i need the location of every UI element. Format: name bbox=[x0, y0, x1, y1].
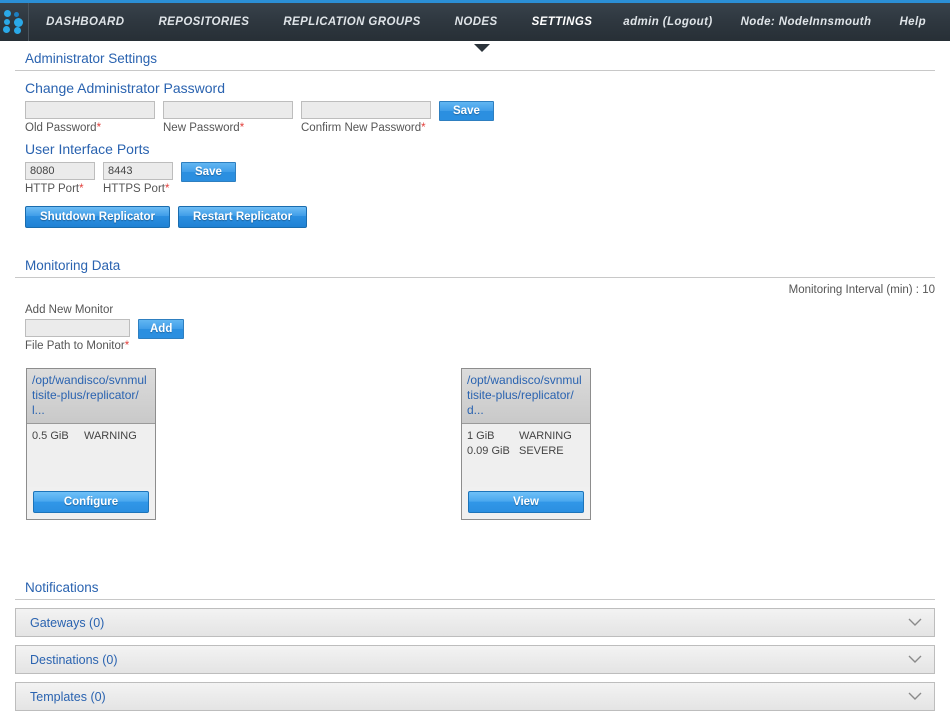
accordion-item-templates[interactable]: Templates (0) bbox=[15, 682, 935, 711]
confirm-password-input[interactable] bbox=[301, 101, 431, 119]
monitoring-interval-text: Monitoring Interval (min) : 10 bbox=[788, 284, 935, 296]
threshold-row: 1 GiB WARNING bbox=[467, 429, 585, 444]
shutdown-replicator-button[interactable]: Shutdown Replicator bbox=[25, 206, 170, 228]
monitor-path-link[interactable]: /opt/wandisco/svnmultisite-plus/replicat… bbox=[462, 369, 590, 424]
monitor-thresholds: 1 GiB WARNING 0.09 GiB SEVERE bbox=[462, 424, 590, 487]
nav-item-repositories[interactable]: REPOSITORIES bbox=[141, 3, 266, 41]
monitor-card-footer: View bbox=[462, 487, 590, 519]
add-new-monitor-label: Add New Monitor bbox=[25, 304, 114, 316]
new-password-field-group: New Password* bbox=[163, 101, 293, 134]
monitor-path-link[interactable]: /opt/wandisco/svnmultisite-plus/replicat… bbox=[27, 369, 155, 424]
monitor-card-footer: Configure bbox=[27, 487, 155, 519]
user-interface-ports-heading: User Interface Ports bbox=[25, 141, 150, 157]
threshold-severity: WARNING bbox=[84, 430, 137, 442]
confirm-password-field-group: Confirm New Password* bbox=[301, 101, 431, 134]
view-monitor-button[interactable]: View bbox=[468, 491, 584, 513]
replicator-actions-row: Shutdown Replicator Restart Replicator bbox=[15, 206, 935, 228]
nav-item-help[interactable]: Help bbox=[885, 3, 940, 41]
required-marker: * bbox=[79, 183, 84, 195]
http-port-field-group: HTTP Port* bbox=[25, 162, 95, 195]
old-password-field-group: Old Password* bbox=[25, 101, 155, 134]
https-port-field-group: HTTPS Port* bbox=[103, 162, 173, 195]
monitor-card: /opt/wandisco/svnmultisite-plus/replicat… bbox=[461, 368, 591, 520]
nav-item-node-name: Node: NodeInnsmouth bbox=[740, 16, 872, 28]
chevron-down-icon[interactable] bbox=[908, 690, 922, 703]
monitor-card: /opt/wandisco/svnmultisite-plus/replicat… bbox=[26, 368, 156, 520]
monitor-cards: /opt/wandisco/svnmultisite-plus/replicat… bbox=[15, 368, 935, 528]
old-password-input[interactable] bbox=[25, 101, 155, 119]
threshold-severity: SEVERE bbox=[519, 445, 564, 457]
add-monitor-button[interactable]: Add bbox=[138, 319, 185, 339]
nav-item-settings[interactable]: SETTINGS bbox=[515, 3, 610, 41]
monitoring-interval-row: Monitoring Interval (min) : 10 bbox=[15, 280, 935, 302]
old-password-label: Old Password* bbox=[25, 122, 102, 134]
accordion-label: Templates (0) bbox=[30, 689, 106, 704]
active-tab-arrow-icon bbox=[474, 44, 490, 52]
add-monitor-row: File Path to Monitor* Add bbox=[15, 319, 935, 352]
accordion-label: Destinations (0) bbox=[30, 652, 118, 667]
https-port-input[interactable] bbox=[103, 162, 173, 180]
nav-item-replication-groups[interactable]: REPLICATION GROUPS bbox=[266, 3, 437, 41]
monitoring-data-heading: Monitoring Data bbox=[15, 248, 935, 278]
change-password-heading: Change Administrator Password bbox=[25, 80, 225, 96]
secondary-nav: admin (Logout) Node: NodeInnsmouth Help bbox=[609, 3, 950, 41]
https-port-label: HTTPS Port* bbox=[103, 183, 170, 195]
primary-nav: DASHBOARD REPOSITORIES REPLICATION GROUP… bbox=[29, 3, 609, 41]
save-ports-button[interactable]: Save bbox=[181, 162, 236, 182]
app-logo[interactable] bbox=[0, 3, 30, 41]
required-marker: * bbox=[96, 122, 102, 134]
nav-item-nodes[interactable]: NODES bbox=[438, 3, 515, 41]
confirm-password-label: Confirm New Password* bbox=[301, 122, 426, 134]
monitor-path-input[interactable] bbox=[25, 319, 130, 337]
page-content: Administrator Settings Change Administra… bbox=[0, 41, 950, 718]
accordion-label: Gateways (0) bbox=[30, 615, 105, 630]
http-port-input[interactable] bbox=[25, 162, 95, 180]
notifications-section: Notifications Gateways (0) Destinations … bbox=[15, 570, 935, 718]
threshold-size: 0.5 GiB bbox=[32, 430, 69, 442]
monitor-path-field-group: File Path to Monitor* bbox=[25, 319, 130, 352]
restart-replicator-button[interactable]: Restart Replicator bbox=[178, 206, 308, 228]
chevron-down-icon[interactable] bbox=[908, 616, 922, 629]
required-marker: * bbox=[124, 340, 130, 352]
required-marker: * bbox=[164, 183, 170, 195]
nav-item-dashboard[interactable]: DASHBOARD bbox=[29, 3, 141, 41]
threshold-row: 0.5 GiB WARNING bbox=[32, 429, 150, 444]
new-password-label: New Password* bbox=[163, 122, 245, 134]
threshold-size: 0.09 GiB bbox=[467, 445, 510, 457]
ports-fields-row: HTTP Port* HTTPS Port* Save bbox=[15, 162, 935, 195]
new-password-input[interactable] bbox=[163, 101, 293, 119]
required-marker: * bbox=[239, 122, 245, 134]
threshold-row: 0.09 GiB SEVERE bbox=[467, 444, 585, 459]
required-marker: * bbox=[421, 122, 426, 134]
top-navigation-bar: DASHBOARD REPOSITORIES REPLICATION GROUP… bbox=[0, 0, 950, 52]
configure-monitor-button[interactable]: Configure bbox=[33, 491, 149, 513]
monitor-thresholds: 0.5 GiB WARNING bbox=[27, 424, 155, 487]
nav-item-admin-logout[interactable]: admin (Logout) bbox=[609, 3, 726, 41]
threshold-size: 1 GiB bbox=[467, 430, 495, 442]
save-password-button[interactable]: Save bbox=[439, 101, 494, 121]
threshold-severity: WARNING bbox=[519, 430, 572, 442]
notifications-heading: Notifications bbox=[15, 570, 935, 600]
wandisco-dots-icon bbox=[1, 10, 27, 34]
http-port-label: HTTP Port* bbox=[25, 183, 84, 195]
file-path-to-monitor-label: File Path to Monitor* bbox=[25, 340, 130, 352]
chevron-down-icon[interactable] bbox=[908, 653, 922, 666]
password-fields-row: Old Password* New Password* Confirm New … bbox=[15, 101, 935, 134]
accordion-item-destinations[interactable]: Destinations (0) bbox=[15, 645, 935, 674]
notifications-accordion: Gateways (0) Destinations (0) Templates … bbox=[15, 608, 935, 718]
accordion-item-gateways[interactable]: Gateways (0) bbox=[15, 608, 935, 637]
